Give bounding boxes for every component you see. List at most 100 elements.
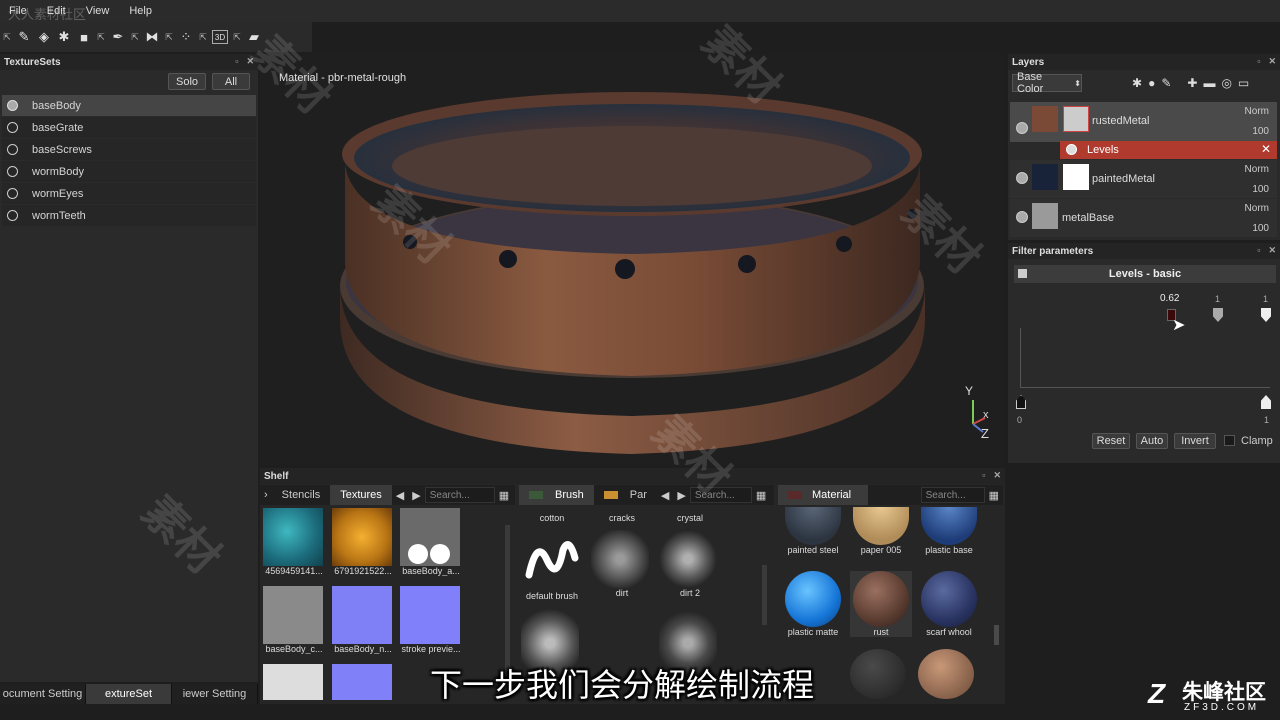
float-icon[interactable]: ▫ (982, 470, 985, 481)
export-icon[interactable]: ⇱ (96, 27, 106, 47)
mirror-icon[interactable]: ⧓ (144, 27, 160, 47)
max-slider-handle[interactable] (1261, 308, 1271, 322)
search-input[interactable]: Search... (424, 487, 495, 503)
output-max-handle[interactable] (1261, 395, 1271, 409)
add-layer-icon[interactable]: ✚ (1187, 76, 1197, 90)
3d-icon[interactable]: 3D (212, 30, 228, 44)
layer-effect-levels[interactable]: Levels ✕ (1060, 141, 1277, 159)
tab-stencils[interactable]: Stencils (272, 485, 331, 505)
textureset-item[interactable]: wormBody (2, 161, 256, 182)
float-icon[interactable]: ▫ (235, 56, 238, 67)
tab-document-settings[interactable]: ocument Setting (0, 684, 86, 704)
layer-row-paintedmetal[interactable]: paintedMetal Norm 100 (1010, 160, 1277, 198)
scrollbar[interactable] (762, 565, 767, 625)
grid-view-icon[interactable]: ▦ (752, 485, 770, 505)
menu-help[interactable]: Help (129, 5, 152, 17)
tab-textures[interactable]: Textures (330, 485, 392, 505)
close-icon[interactable]: ✕ (1268, 56, 1276, 67)
arrow-left-icon[interactable]: ◀ (657, 485, 673, 505)
tab-material[interactable]: Material (778, 485, 868, 505)
reset-button[interactable]: Reset (1092, 433, 1130, 449)
float-icon[interactable]: ▫ (1257, 245, 1260, 256)
close-icon[interactable]: ✕ (1261, 142, 1271, 156)
clamp-checkbox[interactable] (1224, 435, 1235, 446)
auto-button[interactable]: Auto (1136, 433, 1168, 449)
thumbnail[interactable] (918, 649, 974, 699)
export-icon[interactable]: ⇱ (2, 27, 12, 47)
scrollbar[interactable] (994, 625, 999, 645)
visibility-eye-icon[interactable] (1016, 211, 1028, 223)
thumbnail[interactable]: baseBody_n... (332, 586, 394, 654)
projection-icon[interactable]: ✱ (56, 27, 72, 47)
visibility-eye-icon[interactable] (1066, 144, 1077, 155)
textureset-item[interactable]: wormTeeth (2, 205, 256, 226)
fill-icon[interactable]: ■ (76, 27, 92, 47)
3d-viewport[interactable]: Material - pbr-metal-rough Y x Z (260, 54, 1005, 465)
thumbnail[interactable]: paper 005 (850, 507, 912, 555)
menu-file[interactable]: File (9, 5, 27, 17)
delete-layer-icon[interactable]: ▭ (1238, 76, 1249, 90)
thumbnail[interactable]: scarf whool (918, 571, 980, 637)
thumbnail[interactable]: 6791921522... (332, 508, 394, 576)
all-button[interactable]: All (212, 73, 250, 90)
thumbnail[interactable]: plastic base (918, 507, 980, 555)
textureset-item[interactable]: wormEyes (2, 183, 256, 204)
tab-particles[interactable]: Par (594, 485, 657, 505)
thumbnail[interactable]: stroke previe... (400, 586, 462, 654)
duplicate-icon[interactable]: ◎ (1221, 76, 1231, 90)
add-mask-icon[interactable]: ✱ (1132, 76, 1142, 90)
mask-thumb[interactable] (1063, 106, 1089, 132)
menu-view[interactable]: View (86, 5, 110, 17)
eraser-icon[interactable]: ◈ (36, 27, 52, 47)
textureset-item[interactable]: baseGrate (2, 117, 256, 138)
max-slider-handle[interactable] (1213, 308, 1223, 322)
grid-view-icon[interactable]: ▦ (495, 485, 513, 505)
tab-brush[interactable]: Brush (519, 485, 594, 505)
thumbnail[interactable]: rust (850, 571, 912, 637)
thumbnail[interactable]: plastic matte (782, 571, 844, 637)
export-icon[interactable]: ⇱ (130, 27, 140, 47)
thumbnail[interactable]: dirt 2 (659, 530, 721, 598)
eyedropper-icon[interactable]: ✒ (110, 27, 126, 47)
mask-thumb[interactable] (1063, 164, 1089, 190)
thumbnail[interactable]: painted steel (782, 507, 844, 555)
arrow-right-icon[interactable]: ▶ (673, 485, 689, 505)
brush-icon[interactable]: ✎ (16, 27, 32, 47)
effect-icon[interactable]: ● (1148, 76, 1155, 90)
export-icon[interactable]: ⇱ (232, 27, 242, 47)
layer-blend[interactable]: Norm (1245, 164, 1269, 175)
menu-edit[interactable]: Edit (47, 5, 66, 17)
brush-icon[interactable]: ✎ (1161, 76, 1171, 90)
search-input[interactable]: Search... (920, 487, 985, 503)
thumbnail[interactable]: dirt (591, 530, 653, 598)
grid-view-icon[interactable]: ▦ (985, 485, 1003, 505)
filter-section-header[interactable]: Levels - basic (1014, 265, 1276, 283)
export-icon[interactable]: ⇱ (164, 27, 174, 47)
textureset-item[interactable]: baseScrews (2, 139, 256, 160)
collapse-icon[interactable] (1018, 269, 1027, 278)
thumbnail[interactable]: default brush (521, 530, 583, 601)
symmetry-icon[interactable]: ⁘ (178, 27, 194, 47)
thumbnail[interactable] (332, 664, 392, 700)
arrow-right-icon[interactable]: ▶ (408, 485, 424, 505)
layer-opacity[interactable]: 100 (1252, 126, 1269, 137)
output-min-handle[interactable] (1016, 395, 1026, 409)
close-icon[interactable]: ✕ (993, 470, 1001, 481)
thumbnail[interactable]: baseBody_a... (400, 508, 462, 576)
layer-blend[interactable]: Norm (1245, 203, 1269, 214)
arrow-left-icon[interactable]: ◀ (392, 485, 408, 505)
thumbnail[interactable] (263, 664, 323, 700)
search-input[interactable]: Search... (689, 487, 752, 503)
float-icon[interactable]: ▫ (1257, 56, 1260, 67)
visibility-eye-icon[interactable] (1016, 122, 1028, 134)
tab-textureset-settings[interactable]: extureSet (86, 684, 172, 704)
layer-blend[interactable]: Norm (1245, 106, 1269, 117)
visibility-eye-icon[interactable] (1016, 172, 1028, 184)
thumbnail[interactable] (850, 649, 906, 699)
tab-viewer-settings[interactable]: iewer Setting (172, 684, 258, 704)
invert-button[interactable]: Invert (1174, 433, 1216, 449)
close-icon[interactable]: ✕ (246, 56, 254, 67)
tab-scroll-left-icon[interactable]: › (260, 485, 272, 505)
camera-icon[interactable]: ▰ (246, 27, 262, 47)
close-icon[interactable]: ✕ (1268, 245, 1276, 256)
